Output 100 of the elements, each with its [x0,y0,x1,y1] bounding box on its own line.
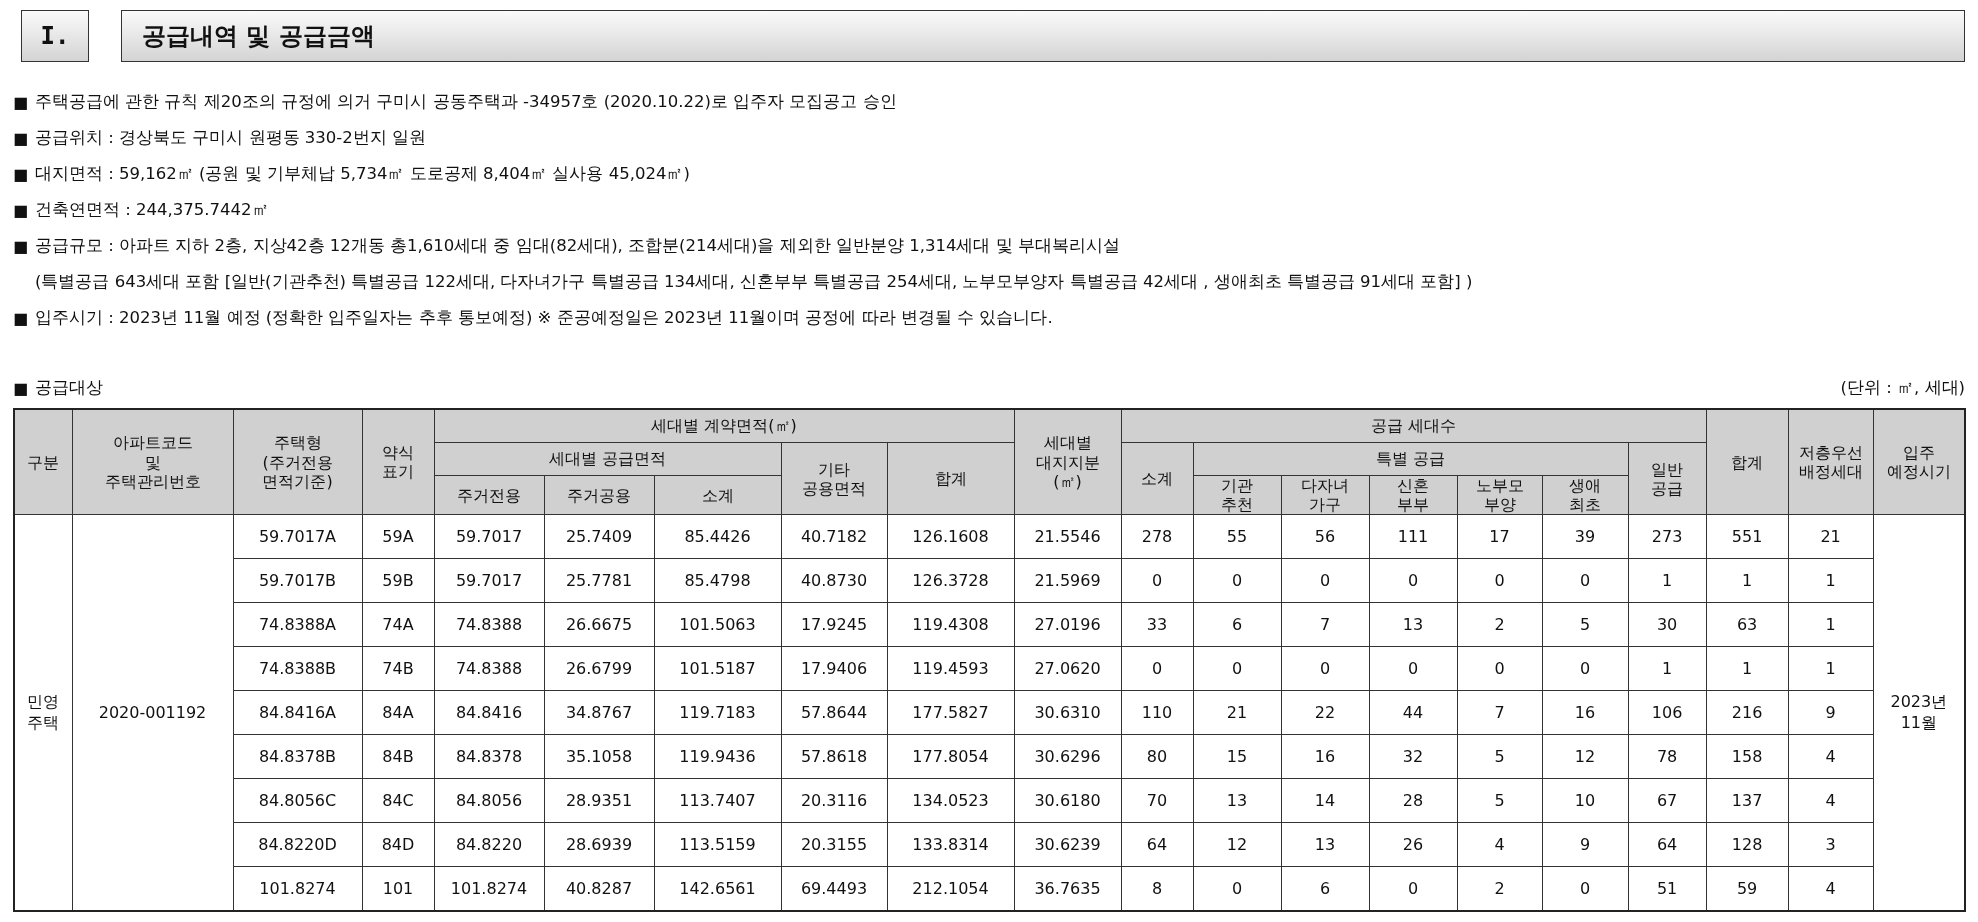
table-cell: 33 [1121,602,1194,647]
table-cell: 20.3116 [781,778,887,823]
note-text: 공급규모 : 아파트 지하 2층, 지상42층 12개동 총1,610세대 중 임대(82세대), 조합분(214세대)을 제외한 일반분양 1,314세대 및 부대복리시설 [35,235,1120,257]
header-cell: 기관 추천 [1193,475,1282,515]
table-cell: 0 [1542,646,1629,691]
header-cell: 구분 [14,409,72,515]
table-cell: 84D [362,822,434,867]
table-cell: 84.8220 [434,822,544,867]
table-cell: 84.8056C [233,778,362,823]
table-cell: 84.8220D [233,822,362,867]
table-cell: 551 [1706,514,1789,559]
bullet: ■ [13,92,29,112]
bullet: ■ [13,378,29,398]
table-cell: 22 [1281,690,1370,735]
header-cell: 생애 최초 [1542,475,1629,515]
table-cell: 35.1058 [544,734,654,779]
table-cell: 158 [1706,734,1789,779]
table-cell: 17.9245 [781,602,887,647]
table-cell: 13 [1369,602,1458,647]
table-cell: 67 [1628,778,1707,823]
table-cell: 1 [1628,646,1707,691]
table-cell: 85.4426 [654,514,781,559]
header-cell: 노부모 부양 [1457,475,1543,515]
table-cell: 25.7781 [544,558,654,603]
table-cell: 84.8378B [233,734,362,779]
table-cell: 74B [362,646,434,691]
table-cell: 119.4593 [887,646,1015,691]
table-cell: 21 [1788,514,1874,559]
header-cell: 일반 공급 [1628,442,1707,515]
table-cell: 84.8416 [434,690,544,735]
table-cell: 59B [362,558,434,603]
table-cell: 59.7017 [434,514,544,559]
header-cell: 특별 공급 [1193,442,1629,476]
table-cell: 59.7017 [434,558,544,603]
table-cell: 0 [1542,558,1629,603]
note-text: 공급위치 : 경상북도 구미시 원평동 330-2번지 일원 [35,127,426,149]
table-cell: 26.6675 [544,602,654,647]
table-cell: 1 [1706,558,1789,603]
table-cell: 25.7409 [544,514,654,559]
table-cell: 21 [1193,690,1282,735]
table-cell: 21.5546 [1014,514,1122,559]
section-title: 공급내역 및 공급금액 [121,10,1965,62]
table-cell: 85.4798 [654,558,781,603]
table-cell: 55 [1193,514,1282,559]
table-cell: 134.0523 [887,778,1015,823]
table-cell: 70 [1121,778,1194,823]
table-cell: 84B [362,734,434,779]
table-cell: 133.8314 [887,822,1015,867]
table-cell: 59.7017B [233,558,362,603]
table-cell: 128 [1706,822,1789,867]
table-cell: 64 [1121,822,1194,867]
table-cell: 28.9351 [544,778,654,823]
table-cell: 20.3155 [781,822,887,867]
note-text: (특별공급 643세대 포함 [일반(기관추천) 특별공급 122세대, 다자녀가구 특별공급 134세대, 신혼부부 특별공급 254세대, 노부모부양자 특별공급 42세대 , 생애최초 특별공급 91세대 포함] ) [35,271,1473,293]
table-cell: 106 [1628,690,1707,735]
table-cell: 0 [1121,646,1194,691]
table-cell: 14 [1281,778,1370,823]
table-cell: 278 [1121,514,1194,559]
table-cell: 16 [1542,690,1629,735]
table-cell: 126.3728 [887,558,1015,603]
table-cell: 27.0620 [1014,646,1122,691]
note-text: 입주시기 : 2023년 11월 예정 (정확한 입주일자는 추후 통보예정) ※ 준공예정일은 2023년 11월이며 공정에 따라 변경될 수 있습니다. [35,307,1053,329]
table-cell: 56 [1281,514,1370,559]
table-cell: 0 [1121,558,1194,603]
header-cell: 공급 세대수 [1121,409,1707,443]
table-cell: 119.4308 [887,602,1015,647]
table-cell: 21.5969 [1014,558,1122,603]
table-cell: 74.8388 [434,602,544,647]
table-cell: 57.8618 [781,734,887,779]
table-cell: 30 [1628,602,1707,647]
note-text: 건축연면적 : 244,375.7442㎡ [35,199,269,221]
table-cell: 101.5187 [654,646,781,691]
table-cell: 5 [1457,734,1543,779]
table-cell: 7 [1281,602,1370,647]
table-cell: 30.6296 [1014,734,1122,779]
header-cell: 입주 예정시기 [1873,409,1966,515]
table-cell: 177.8054 [887,734,1015,779]
header-cell: 아파트코드 및 주택관리번호 [72,409,233,515]
table-cell: 5 [1457,778,1543,823]
table-cell: 30.6180 [1014,778,1122,823]
table-cell: 0 [1193,646,1282,691]
table-cell: 30.6310 [1014,690,1122,735]
table-cell: 84.8378 [434,734,544,779]
bullet: ■ [13,236,29,256]
table-cell: 32 [1369,734,1458,779]
table-cell: 16 [1281,734,1370,779]
table-cell: 78 [1628,734,1707,779]
table-cell: 137 [1706,778,1789,823]
table-cell: 0 [1457,646,1543,691]
table-cell: 63 [1706,602,1789,647]
table-cell: 30.6239 [1014,822,1122,867]
table-cell: 119.9436 [654,734,781,779]
table-cell: 84.8056 [434,778,544,823]
table-cell: 28 [1369,778,1458,823]
header-cell: 다자녀 가구 [1281,475,1370,515]
table-cell: 27.0196 [1014,602,1122,647]
table-cell: 26.6799 [544,646,654,691]
header-cell: 소계 [654,475,781,515]
table-cell: 0 [1193,558,1282,603]
header-cell: 주거전용 [434,475,544,515]
